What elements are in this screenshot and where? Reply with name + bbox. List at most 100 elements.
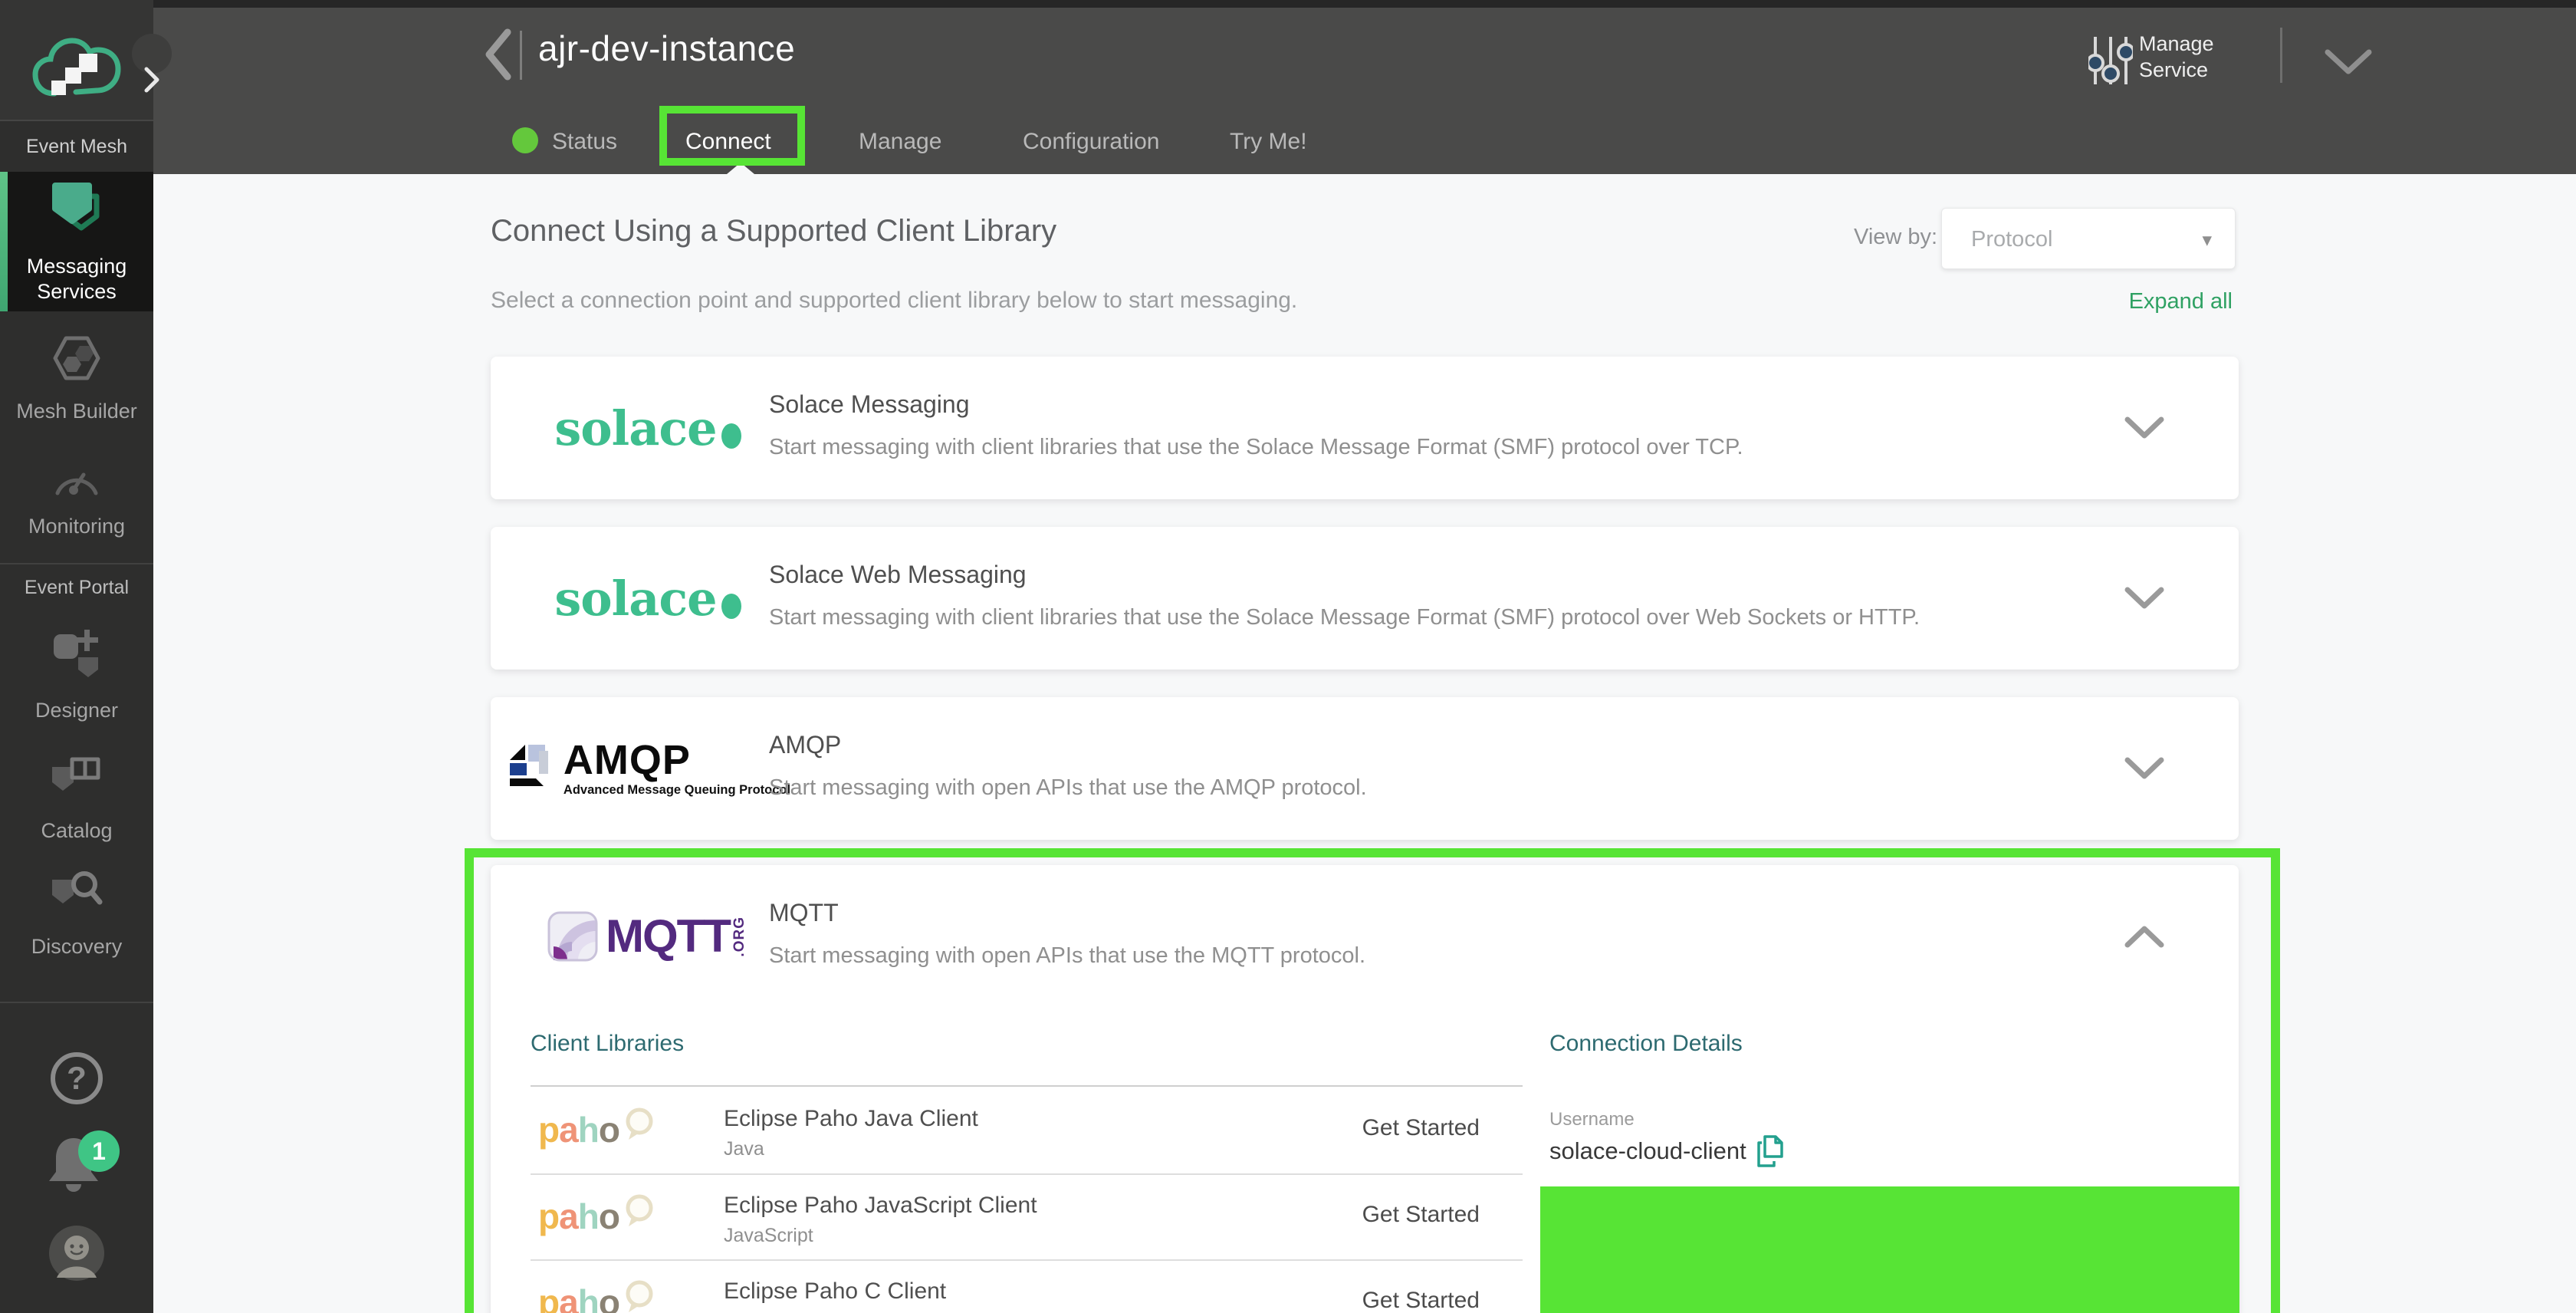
sidebar-item-discovery[interactable]: Discovery xyxy=(0,856,153,971)
expand-card-button[interactable] xyxy=(2124,757,2165,784)
service-header: ajr-dev-instance Status Connect Manage C… xyxy=(153,8,2576,174)
header-divider xyxy=(2280,28,2282,83)
mqtt-logo-icon xyxy=(547,911,598,962)
username-value: solace-cloud-client xyxy=(1549,1137,1746,1165)
connect-page: Connect Using a Supported Client Library… xyxy=(153,174,2576,1313)
app-logo[interactable] xyxy=(0,0,153,121)
status-indicator-dot xyxy=(512,127,538,153)
expand-card-button[interactable] xyxy=(2124,587,2165,614)
paho-logo: paho xyxy=(538,1196,658,1237)
protocol-card-solace-messaging[interactable]: solace Solace Messaging Start messaging … xyxy=(491,357,2239,499)
user-avatar[interactable] xyxy=(48,1224,106,1286)
library-row-paho-java: paho Eclipse Paho Java Client Java Get S… xyxy=(531,1089,1523,1175)
tab-status[interactable]: Status xyxy=(552,129,617,155)
username-label: Username xyxy=(1549,1109,1635,1130)
card-title: Solace Messaging xyxy=(769,390,969,419)
event-portal-section-label: Event Portal xyxy=(0,564,153,610)
window-top-strip xyxy=(0,0,2576,8)
manage-service-label[interactable]: Manage Service xyxy=(2139,31,2262,83)
amqp-logo-tagline: Advanced Message Queuing Protocol xyxy=(564,783,790,798)
sidebar-item-designer[interactable]: Designer xyxy=(0,610,153,741)
library-row-paho-c: paho Eclipse Paho C Client C Get Started xyxy=(531,1262,1523,1313)
sidebar-item-messaging-services[interactable]: Messaging Services xyxy=(0,172,153,311)
expand-all-link[interactable]: Expand all xyxy=(2129,289,2233,314)
library-language: JavaScript xyxy=(724,1225,813,1247)
card-description: Start messaging with client libraries th… xyxy=(769,605,1920,630)
amqp-logo-text: AMQP xyxy=(564,740,790,780)
view-by-label: View by: xyxy=(1854,225,1937,250)
sidebar-item-label: Discovery xyxy=(31,934,123,960)
back-button[interactable] xyxy=(483,28,514,85)
card-title: Solace Web Messaging xyxy=(769,561,1027,589)
solace-logo: solace xyxy=(533,527,763,670)
paho-logo: paho xyxy=(538,1282,658,1313)
library-row-paho-javascript: paho Eclipse Paho JavaScript Client Java… xyxy=(531,1176,1523,1262)
collapse-card-button[interactable] xyxy=(2124,925,2165,952)
sidebar-item-label: Messaging Services xyxy=(0,254,153,306)
help-button[interactable]: ? xyxy=(51,1052,103,1104)
solace-logo: solace xyxy=(533,357,763,499)
card-description: Start messaging with open APIs that use … xyxy=(769,775,1367,801)
tab-manage[interactable]: Manage xyxy=(859,129,941,155)
chevron-down-icon xyxy=(2323,48,2374,77)
card-description: Start messaging with client libraries th… xyxy=(769,435,1743,460)
service-menu-button[interactable] xyxy=(2323,48,2374,81)
notification-badge: 1 xyxy=(78,1130,120,1172)
manage-service-button[interactable] xyxy=(2088,32,2133,93)
connection-details-heading: Connection Details xyxy=(1549,1031,1743,1057)
view-by-selected-value: Protocol xyxy=(1971,227,2052,252)
sidebar-item-catalog[interactable]: Catalog xyxy=(0,741,153,856)
highlight-connection-details-fill xyxy=(1540,1186,2239,1313)
protocol-card-solace-web-messaging[interactable]: solace Solace Web Messaging Start messag… xyxy=(491,527,2239,670)
sliders-icon xyxy=(2088,32,2133,89)
sidebar-item-label: Monitoring xyxy=(28,514,125,540)
get-started-link[interactable]: Get Started xyxy=(1362,1288,1480,1313)
view-by-dropdown[interactable]: Protocol ▾ xyxy=(1941,208,2236,269)
paho-bubble-icon xyxy=(621,1193,658,1229)
title-divider xyxy=(520,31,522,80)
card-description: Start messaging with open APIs that use … xyxy=(769,943,1365,969)
dropdown-caret-icon: ▾ xyxy=(2202,229,2212,252)
shield-icon xyxy=(48,178,106,243)
tab-try-me[interactable]: Try Me! xyxy=(1230,129,1307,155)
designer-icon xyxy=(51,628,103,687)
back-chevron-icon xyxy=(483,28,514,81)
sidebar-item-mesh-builder[interactable]: Mesh Builder xyxy=(0,322,153,437)
mqtt-logo: MQTT .ORG xyxy=(533,865,763,1008)
expand-sidebar-button[interactable] xyxy=(132,34,172,74)
solace-logo-dot xyxy=(721,594,741,619)
expand-card-button[interactable] xyxy=(2124,416,2165,443)
tab-connect[interactable]: Connect xyxy=(685,129,771,155)
cloud-logo-icon xyxy=(30,32,123,101)
amqp-logo: AMQP Advanced Message Queuing Protocol xyxy=(533,697,763,840)
app-window: Event Mesh Messaging Services Mesh Build… xyxy=(0,0,2576,1313)
client-libraries-heading: Client Libraries xyxy=(531,1031,684,1057)
sidebar-divider xyxy=(0,1002,153,1003)
chevron-right-icon xyxy=(142,66,162,94)
service-name-title: ajr-dev-instance xyxy=(538,28,795,69)
tab-configuration[interactable]: Configuration xyxy=(1023,129,1159,155)
mqtt-logo-text: MQTT xyxy=(606,913,730,959)
chevron-down-icon xyxy=(2124,757,2165,780)
amqp-logo-icon xyxy=(505,740,554,789)
card-title: MQTT xyxy=(769,899,839,927)
get-started-link[interactable]: Get Started xyxy=(1362,1115,1480,1141)
library-name: Eclipse Paho Java Client xyxy=(724,1106,978,1132)
get-started-link[interactable]: Get Started xyxy=(1362,1202,1480,1228)
sidebar-item-label: Designer xyxy=(35,698,118,724)
active-tab-notch xyxy=(727,163,754,174)
library-name: Eclipse Paho C Client xyxy=(724,1278,946,1305)
notifications-button[interactable]: 1 xyxy=(44,1134,109,1198)
sidebar-item-monitoring[interactable]: Monitoring xyxy=(0,442,153,557)
copy-username-button[interactable] xyxy=(1756,1135,1783,1167)
paho-bubble-icon xyxy=(621,1278,658,1313)
library-language: Java xyxy=(724,1138,764,1160)
section-divider xyxy=(531,1085,1523,1087)
sidebar: Event Mesh Messaging Services Mesh Build… xyxy=(0,0,153,1313)
chevron-up-icon xyxy=(2124,925,2165,948)
card-title: AMQP xyxy=(769,731,841,759)
chevron-down-icon xyxy=(2124,416,2165,439)
protocol-card-amqp[interactable]: AMQP Advanced Message Queuing Protocol A… xyxy=(491,697,2239,840)
avatar-icon xyxy=(48,1224,106,1282)
username-row: solace-cloud-client xyxy=(1549,1135,1783,1167)
